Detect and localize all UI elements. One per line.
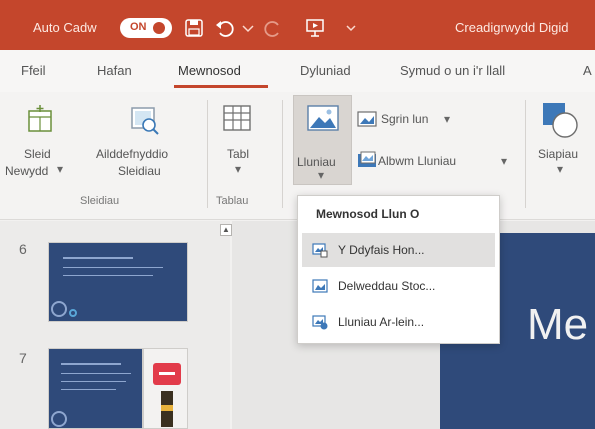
pictures-dropdown-arrow: ▾ xyxy=(318,168,325,182)
thumbnail-text-line xyxy=(63,257,133,259)
present-icon[interactable] xyxy=(304,17,326,39)
reuse-slides-label-line1: Ailddefnyddio xyxy=(96,147,169,161)
photo-album-dropdown-arrow: ▾ xyxy=(501,154,508,168)
tab-insert[interactable]: Mewnosod xyxy=(178,63,241,78)
pictures-button[interactable]: Lluniau ▾ xyxy=(293,95,352,185)
customize-toolbar-icon[interactable] xyxy=(340,17,362,39)
shapes-dropdown-arrow: ▾ xyxy=(557,162,564,176)
slide-number: 7 xyxy=(19,350,27,366)
thumbnail-text-line xyxy=(61,363,121,365)
thumbnail-decoration xyxy=(51,301,67,317)
ribbon-separator xyxy=(207,100,208,208)
reuse-slides-label-line2: Sleidiau xyxy=(118,164,161,178)
thumbnail-decoration xyxy=(51,411,67,427)
toggle-knob xyxy=(153,22,165,34)
menu-item-label: Lluniau Ar-lein... xyxy=(338,315,425,329)
photo-album-label: Albwm Lluniau xyxy=(378,154,457,168)
slide-thumbnail[interactable] xyxy=(48,242,188,322)
autosave-toggle[interactable]: ON xyxy=(120,18,172,38)
document-title: Creadigrwydd Digid xyxy=(455,20,569,35)
title-bar: Auto Cadw ON Creadigrwydd Digid xyxy=(0,0,595,50)
tab-file[interactable]: Ffeil xyxy=(21,63,46,78)
slide-title-text[interactable]: Me xyxy=(527,300,588,350)
slide-thumbnail-image xyxy=(143,348,188,429)
redo-icon[interactable] xyxy=(262,17,284,39)
pictures-icon xyxy=(307,105,339,131)
device-icon xyxy=(312,243,328,258)
online-pictures-icon xyxy=(312,315,328,330)
insert-picture-menu: Mewnosod Llun O Y Ddyfais Hon... Delwedd… xyxy=(297,195,500,344)
thumbnail-text-line xyxy=(63,267,163,268)
shapes-icon xyxy=(543,103,578,138)
tab-home[interactable]: Hafan xyxy=(97,63,132,78)
new-slide-icon xyxy=(28,105,52,132)
table-icon xyxy=(223,105,251,131)
pictures-label: Lluniau xyxy=(297,155,336,169)
menu-item-online-pictures[interactable]: Lluniau Ar-lein... xyxy=(302,305,495,339)
autosave-label: Auto Cadw xyxy=(33,20,97,35)
figure-icon-band xyxy=(161,405,173,411)
active-tab-underline xyxy=(174,85,268,88)
figure-icon xyxy=(161,391,173,427)
menu-item-stock-images[interactable]: Delweddau Stoc... xyxy=(302,269,495,303)
thumbnail-decoration xyxy=(69,309,77,317)
tab-animations[interactable]: A xyxy=(583,63,592,78)
photo-album-icon xyxy=(358,151,376,167)
table-dropdown-arrow: ▾ xyxy=(235,162,242,176)
shapes-label: Siapiau xyxy=(538,147,579,161)
table-label: Tabl xyxy=(227,147,250,161)
screenshot-dropdown-arrow: ▾ xyxy=(444,112,451,126)
new-slide-label-line1: Sleid xyxy=(24,147,51,161)
thumbnail-text-line xyxy=(61,381,126,382)
scroll-up-button[interactable]: ▲ xyxy=(220,224,232,236)
comment-icon-line xyxy=(159,372,175,375)
group-label-tables: Tablau xyxy=(216,195,249,207)
thumbnail-text-line xyxy=(61,373,131,374)
reuse-slides-icon xyxy=(131,107,159,135)
menu-item-label: Y Ddyfais Hon... xyxy=(338,243,425,257)
ribbon-separator xyxy=(525,100,526,208)
save-icon[interactable] xyxy=(183,17,205,39)
comment-icon xyxy=(153,363,181,385)
chevron-down-icon[interactable] xyxy=(237,17,259,39)
screenshot-label: Sgrin lun xyxy=(381,112,429,126)
ribbon-tabs: Ffeil Hafan Mewnosod Dyluniad Symud o un… xyxy=(0,50,595,92)
menu-header: Mewnosod Llun O xyxy=(316,207,420,221)
thumbnail-text-line xyxy=(63,275,153,276)
new-slide-dropdown-arrow: ▾ xyxy=(57,162,64,176)
undo-icon[interactable] xyxy=(214,17,236,39)
new-slide-label-line2: Newydd xyxy=(5,164,49,178)
tab-design[interactable]: Dyluniad xyxy=(300,63,351,78)
ribbon-separator xyxy=(282,100,283,208)
tab-transitions[interactable]: Symud o un i'r llall xyxy=(400,63,505,78)
slide-number: 6 xyxy=(19,241,27,257)
autosave-toggle-label: ON xyxy=(130,21,147,33)
stock-images-icon xyxy=(312,279,328,293)
group-label-slides: Sleidiau xyxy=(80,195,120,207)
menu-item-this-device[interactable]: Y Ddyfais Hon... xyxy=(302,233,495,267)
screenshot-icon xyxy=(357,111,377,127)
thumbnail-text-line xyxy=(61,389,116,390)
menu-item-label: Delweddau Stoc... xyxy=(338,279,436,293)
slide-thumbnail[interactable] xyxy=(48,348,143,429)
